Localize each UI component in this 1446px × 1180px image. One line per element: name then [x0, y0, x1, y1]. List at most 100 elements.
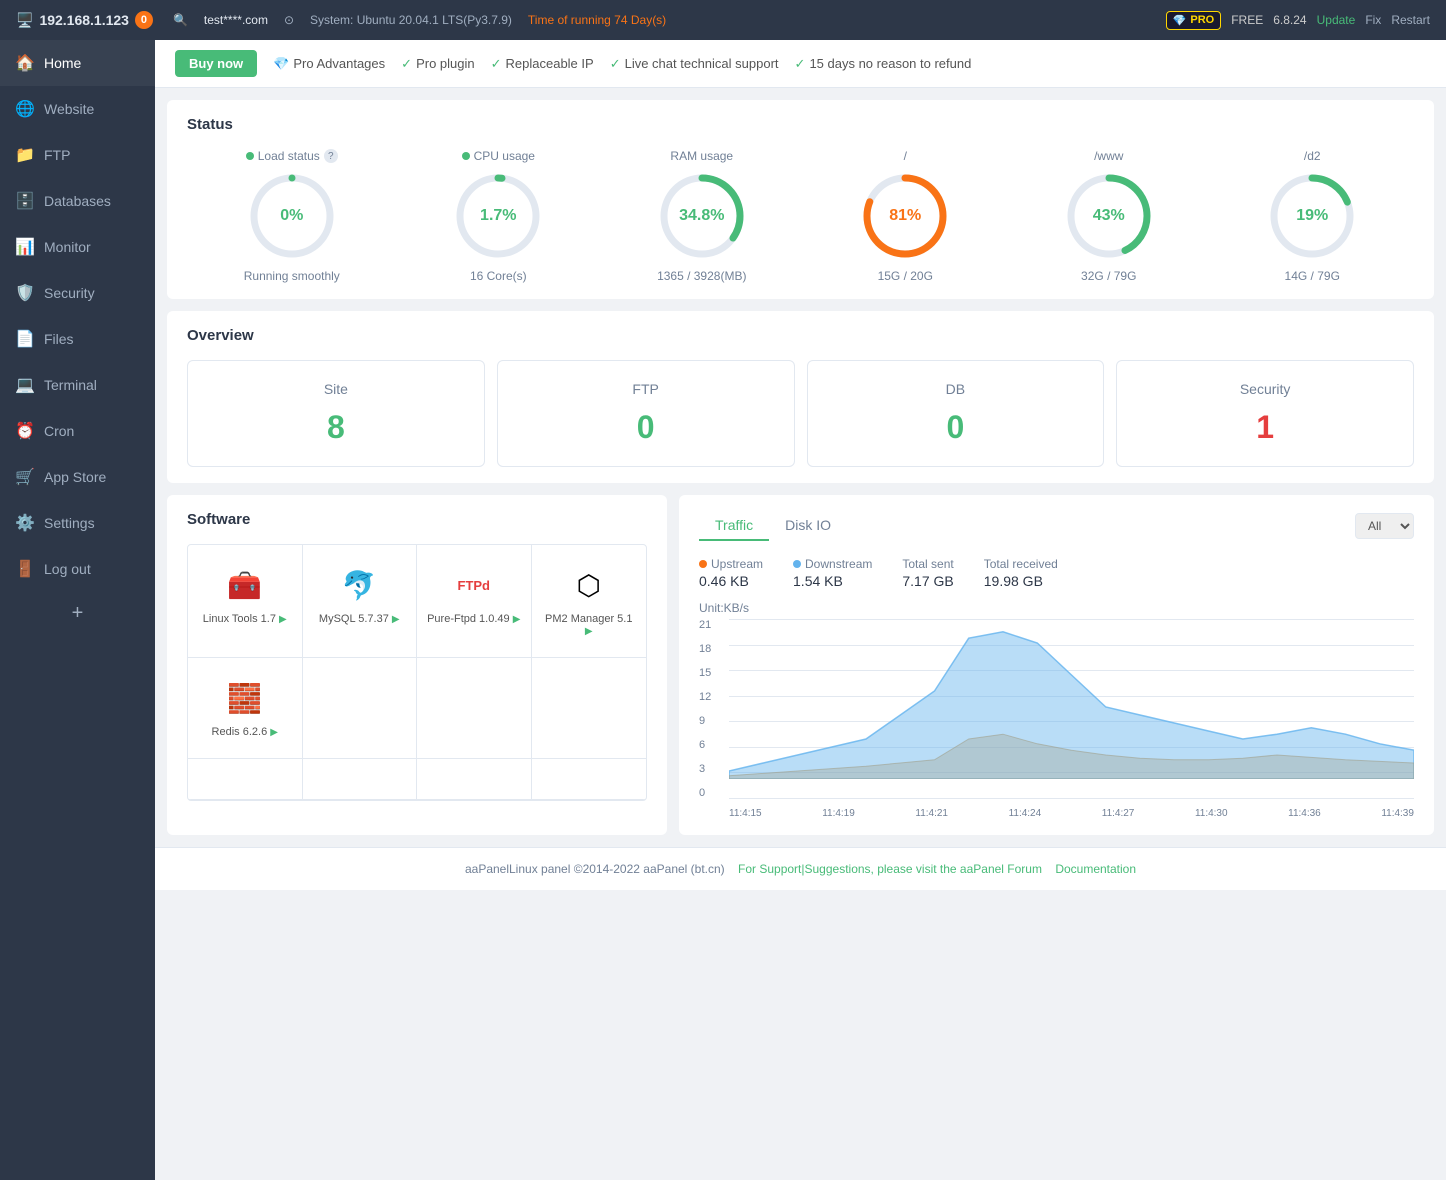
- software-cell-10[interactable]: [417, 759, 532, 800]
- software-icon-3: ⬡: [569, 565, 609, 605]
- overview-card-label: FTP: [518, 381, 774, 397]
- sidebar-item-settings[interactable]: ⚙️Settings: [0, 500, 155, 546]
- add-sidebar-button[interactable]: +: [0, 592, 155, 635]
- y-label: 12: [699, 691, 724, 703]
- gauge-container: 1.7%: [453, 171, 543, 261]
- topbar-info: 🔍 test****.com ⊙ System: Ubuntu 20.04.1 …: [173, 13, 1146, 27]
- y-label: 9: [699, 715, 724, 727]
- fix-link[interactable]: Fix: [1365, 13, 1381, 27]
- software-cell-11[interactable]: [532, 759, 647, 800]
- sidebar-item-terminal[interactable]: 💻Terminal: [0, 362, 155, 408]
- sidebar-icon-2: 📁: [16, 146, 34, 164]
- sidebar-label-7: Terminal: [44, 377, 97, 393]
- traffic-tabs: Traffic Disk IO: [699, 511, 847, 541]
- software-cell-9[interactable]: [303, 759, 418, 800]
- y-label: 3: [699, 763, 724, 775]
- footer-doc-link[interactable]: Documentation: [1055, 862, 1136, 876]
- stat-dot-blue: [793, 560, 801, 568]
- stat-item-downstream: Downstream 1.54 KB: [793, 557, 872, 589]
- gauge-sub: 16 Core(s): [470, 269, 527, 283]
- stat-value: 1.54 KB: [793, 573, 872, 589]
- sidebar-item-security[interactable]: 🛡️Security: [0, 270, 155, 316]
- gauge-value: 34.8%: [679, 207, 724, 225]
- software-icon-4: 🧱: [225, 678, 265, 718]
- overview-card-ftp[interactable]: FTP 0: [497, 360, 795, 467]
- diamond-icon: 💎: [273, 56, 289, 72]
- traffic-tab-disk-io[interactable]: Disk IO: [769, 511, 847, 541]
- sidebar-item-cron[interactable]: ⏰Cron: [0, 408, 155, 454]
- software-cell-0[interactable]: 🧰 Linux Tools 1.7 ▶: [188, 545, 303, 658]
- footer-support-link[interactable]: For Support|Suggestions, please visit th…: [738, 862, 1042, 876]
- gauge-sub: 32G / 79G: [1081, 269, 1136, 283]
- overview-card-label: Security: [1137, 381, 1393, 397]
- gauge-container: 0%: [247, 171, 337, 261]
- info-icon[interactable]: ?: [324, 149, 338, 163]
- gauge-container: 34.8%: [657, 171, 747, 261]
- software-cell-5[interactable]: [303, 658, 418, 759]
- x-label: 11:4:39: [1381, 808, 1414, 819]
- gauge-sub: 15G / 20G: [878, 269, 933, 283]
- software-cell-4[interactable]: 🧱 Redis 6.2.6 ▶: [188, 658, 303, 759]
- gauge-container: 81%: [860, 171, 950, 261]
- stat-item-total-sent: Total sent 7.17 GB: [902, 557, 953, 589]
- chart-y-labels: 036912151821: [699, 619, 724, 799]
- sidebar-item-log-out[interactable]: 🚪Log out: [0, 546, 155, 592]
- software-cell-1[interactable]: 🐬 MySQL 5.7.37 ▶: [303, 545, 418, 658]
- promo-bar: Buy now 💎 Pro Advantages ✓ Pro plugin ✓ …: [155, 40, 1446, 88]
- sidebar-item-website[interactable]: 🌐Website: [0, 86, 155, 132]
- software-cell-2[interactable]: FTPd Pure-Ftpd 1.0.49 ▶: [417, 545, 532, 658]
- gauge-label: CPU usage: [474, 149, 535, 163]
- software-icon-2: FTPd: [454, 565, 494, 605]
- sidebar-label-6: Files: [44, 331, 74, 347]
- sidebar-icon-11: 🚪: [16, 560, 34, 578]
- software-icon-1: 🐬: [339, 565, 379, 605]
- software-cell-3[interactable]: ⬡ PM2 Manager 5.1 ▶: [532, 545, 647, 658]
- software-icon-0: 🧰: [225, 565, 265, 605]
- sidebar-item-app-store[interactable]: 🛒App Store: [0, 454, 155, 500]
- server-ip: 192.168.1.123: [39, 12, 129, 28]
- software-section: Software 🧰 Linux Tools 1.7 ▶ 🐬 MySQL 5.7…: [167, 495, 667, 835]
- stat-dot-orange: [699, 560, 707, 568]
- overview-card-label: Site: [208, 381, 464, 397]
- stat-value: 0.46 KB: [699, 573, 763, 589]
- sidebar-item-home[interactable]: 🏠Home: [0, 40, 155, 86]
- update-link[interactable]: Update: [1317, 13, 1356, 27]
- restart-link[interactable]: Restart: [1391, 13, 1430, 27]
- stat-label: Total sent: [902, 557, 953, 571]
- overview-card-value: 0: [518, 409, 774, 446]
- status-title: Status: [187, 116, 1414, 133]
- sidebar-icon-6: 📄: [16, 330, 34, 348]
- traffic-header: Traffic Disk IO All1h6h24h: [699, 511, 1414, 541]
- gauge-sub: 1365 / 3928(MB): [657, 269, 746, 283]
- footer-copyright: aaPanelLinux panel ©2014-2022 aaPanel (b…: [465, 862, 725, 876]
- x-label: 11:4:24: [1009, 808, 1042, 819]
- software-name-0: Linux Tools 1.7 ▶: [203, 613, 287, 625]
- gauge-value: 81%: [889, 207, 921, 225]
- sidebar-item-ftp[interactable]: 📁FTP: [0, 132, 155, 178]
- overview-card-value: 1: [1137, 409, 1393, 446]
- overview-card-site[interactable]: Site 8: [187, 360, 485, 467]
- traffic-filter-select[interactable]: All1h6h24h: [1355, 513, 1414, 539]
- gauge-value: 19%: [1296, 207, 1328, 225]
- sidebar-label-4: Monitor: [44, 239, 91, 255]
- software-name-4: Redis 6.2.6 ▶: [212, 726, 278, 738]
- software-grid: 🧰 Linux Tools 1.7 ▶ 🐬 MySQL 5.7.37 ▶ FTP…: [187, 544, 647, 801]
- sidebar-item-monitor[interactable]: 📊Monitor: [0, 224, 155, 270]
- sidebar-icon-3: 🗄️: [16, 192, 34, 210]
- running-time-label: Time of running 74 Day(s): [528, 13, 666, 27]
- overview-card-db[interactable]: DB 0: [807, 360, 1105, 467]
- sidebar-item-databases[interactable]: 🗄️Databases: [0, 178, 155, 224]
- sidebar: 🏠Home🌐Website📁FTP🗄️Databases📊Monitor🛡️Se…: [0, 40, 155, 1180]
- notification-badge[interactable]: 0: [135, 11, 153, 29]
- chart-x-labels: 11:4:1511:4:1911:4:2111:4:2411:4:2711:4:…: [729, 799, 1414, 819]
- gauge-item: / 81% 15G / 20G: [860, 149, 950, 283]
- sidebar-label-1: Website: [44, 101, 94, 117]
- software-cell-6[interactable]: [417, 658, 532, 759]
- buy-now-button[interactable]: Buy now: [175, 50, 257, 77]
- x-label: 11:4:36: [1288, 808, 1321, 819]
- sidebar-item-files[interactable]: 📄 Files: [0, 316, 155, 362]
- traffic-tab-traffic[interactable]: Traffic: [699, 511, 769, 541]
- overview-card-security[interactable]: Security 1: [1116, 360, 1414, 467]
- software-cell-8[interactable]: [188, 759, 303, 800]
- software-cell-7[interactable]: [532, 658, 647, 759]
